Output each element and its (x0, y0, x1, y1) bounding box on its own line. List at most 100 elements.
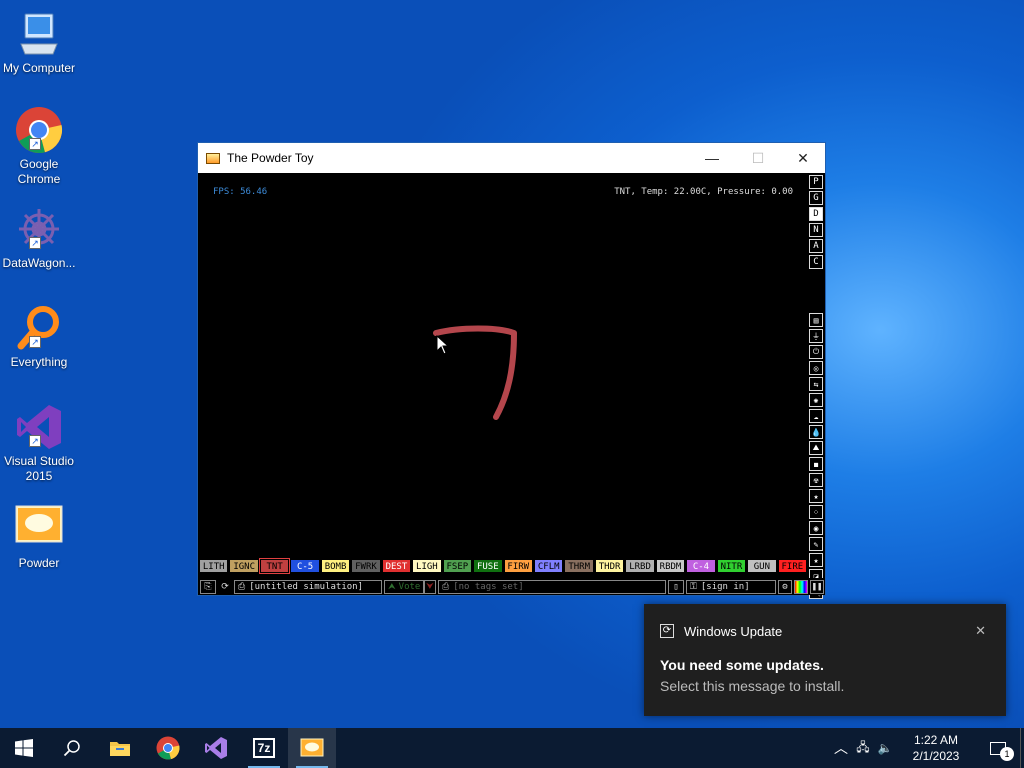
explosives-icon[interactable]: ✺ (809, 393, 823, 407)
taskbar-chrome[interactable] (144, 728, 192, 768)
sidebar-button-d[interactable]: D (809, 207, 823, 221)
walls-icon[interactable]: ▤ (809, 313, 823, 327)
sign-in-button[interactable]: ⚿ [sign in] (686, 579, 776, 594)
vote-label: Vote (398, 581, 421, 592)
everything-icon: ↗ (15, 304, 63, 352)
powders-icon[interactable]: ⛰ (809, 441, 823, 455)
element-button-lrbd[interactable]: LRBD (625, 559, 655, 573)
force-icon[interactable]: ⇆ (809, 377, 823, 391)
clock-date: 2/1/2023 (912, 749, 960, 763)
solids-icon[interactable]: ◼ (809, 457, 823, 471)
sidebar-button-a[interactable]: A (809, 239, 823, 253)
desktop-icon-powder[interactable]: Powder (0, 505, 78, 571)
sidebar-button-n[interactable]: N (809, 223, 823, 237)
element-button-firw[interactable]: FIRW (503, 559, 533, 573)
element-button-tnt[interactable]: TNT (258, 558, 291, 574)
vote-down-button[interactable]: ⮟ (424, 579, 436, 594)
vote-up-button[interactable]: ⮝ Vote (384, 579, 424, 594)
render-options-icon[interactable] (794, 579, 808, 594)
computer-icon (15, 10, 63, 58)
save-simulation-button[interactable]: ⎙ [untitled simulation] (234, 579, 382, 594)
category-sidebar: PGDNAC ▤⏚⏻◎⇆✺☁💧⛰◼☢★⁘◉✎★◪🔍 (807, 173, 825, 599)
clock[interactable]: 1:22 AM 2/1/2023 (896, 732, 976, 764)
window-titlebar[interactable]: The Powder Toy — ☐ ✕ (198, 143, 825, 173)
sensors-icon[interactable]: ◎ (809, 361, 823, 375)
shortcut-arrow-icon: ↗ (29, 336, 41, 348)
new-simulation-icon[interactable]: ▯ (668, 579, 684, 594)
powered-icon[interactable]: ⏻ (809, 345, 823, 359)
visual-studio-icon (205, 737, 227, 759)
desktop-icon-my-computer[interactable]: My Computer (0, 10, 78, 76)
desktop-icon-visual-studio[interactable]: ↗ Visual Studio 2015 (0, 403, 78, 484)
file-explorer-icon (110, 742, 130, 756)
life-icon[interactable]: ◉ (809, 521, 823, 535)
powder-toy-icon (15, 505, 63, 553)
visual-studio-icon: ↗ (15, 403, 63, 451)
particles-icon[interactable]: ⁘ (809, 505, 823, 519)
7zip-icon: 7z (253, 738, 275, 758)
element-button-dest[interactable]: DEST (381, 559, 412, 573)
search-icon (63, 740, 80, 757)
desktop-icon-everything[interactable]: ↗ Everything (0, 304, 78, 370)
element-button-fsep[interactable]: FSEP (442, 559, 473, 573)
favorites-icon[interactable]: ★ (809, 553, 823, 567)
taskbar-powder-toy[interactable] (288, 728, 336, 768)
element-button-fwrk[interactable]: FWRK (351, 559, 381, 573)
show-hidden-icons-chevron-icon[interactable]: ︿ (830, 738, 852, 758)
element-button-ligh[interactable]: LIGH (412, 559, 442, 573)
element-button-lith[interactable]: LITH (199, 559, 229, 573)
powder-toy-icon (206, 152, 220, 164)
sidebar-button-c[interactable]: C (809, 255, 823, 269)
element-button-cflm[interactable]: CFLM (533, 559, 564, 573)
reload-icon[interactable]: ⟳ (218, 580, 232, 594)
simulation-canvas[interactable]: FPS: 56.46 TNT, Temp: 22.00C, Pressure: … (198, 173, 808, 557)
electronics-icon[interactable]: ⏚ (809, 329, 823, 343)
special-icon[interactable]: ★ (809, 489, 823, 503)
element-button-fuse[interactable]: FUSE (473, 559, 503, 573)
radioactive-icon[interactable]: ☢ (809, 473, 823, 487)
network-icon[interactable]: 🖧 (852, 738, 874, 759)
datawagon-icon: ↗ (15, 205, 63, 253)
open-browser-icon[interactable]: ⎘ (200, 579, 216, 594)
desktop-icon-datawagon[interactable]: ↗ DataWagon... (0, 205, 78, 271)
start-button[interactable] (0, 728, 48, 768)
minimize-button[interactable]: — (689, 143, 735, 173)
element-button-fire[interactable]: FIRE (777, 559, 808, 573)
bottom-bar: ⎘ ⟳ ⎙ [untitled simulation] ⮝ Vote ⮟ ⎙ [no … (198, 578, 825, 595)
maximize-button[interactable]: ☐ (735, 143, 781, 173)
action-center-button[interactable]: 1 (976, 728, 1020, 768)
taskbar: 7z ︿ 🖧 🔈 1:22 AM 2/1/2023 1 (0, 728, 1024, 768)
liquids-icon[interactable]: 💧 (809, 425, 823, 439)
gases-icon[interactable]: ☁ (809, 409, 823, 423)
element-button-gun[interactable]: GUN (747, 559, 777, 573)
close-button[interactable]: ✕ (780, 143, 826, 173)
element-button-thrm[interactable]: THRM (564, 559, 594, 573)
tags-button[interactable]: ⎙ [no tags set] (438, 579, 666, 594)
windows-update-toast[interactable]: ⟳ Windows Update ✕ You need some updates… (644, 604, 1006, 716)
element-button-ignc[interactable]: IGNC (229, 559, 259, 573)
element-button-c-5[interactable]: C-5 (290, 559, 320, 573)
taskbar-file-explorer[interactable] (96, 728, 144, 768)
sidebar-button-p[interactable]: P (809, 175, 823, 189)
toast-close-button[interactable]: ✕ (975, 623, 986, 639)
element-button-bomb[interactable]: BOMB (320, 559, 351, 573)
taskbar-7zip[interactable]: 7z (240, 728, 288, 768)
sign-in-label: [sign in] (700, 581, 750, 592)
search-button[interactable] (48, 728, 96, 768)
taskbar-visual-studio[interactable] (192, 728, 240, 768)
volume-icon[interactable]: 🔈 (874, 741, 896, 755)
tags-label: [no tags set] (453, 581, 524, 592)
tools-icon[interactable]: ✎ (809, 537, 823, 551)
desktop-icon-label: Powder (18, 556, 60, 570)
element-button-nitr[interactable]: NITR (716, 559, 747, 573)
element-button-thdr[interactable]: THDR (594, 559, 625, 573)
pause-button[interactable]: ❚❚ (810, 579, 824, 594)
sidebar-button-g[interactable]: G (809, 191, 823, 205)
settings-icon[interactable]: ⚙ (778, 579, 792, 594)
show-desktop-button[interactable] (1020, 728, 1024, 768)
shortcut-arrow-icon: ↗ (29, 435, 41, 447)
element-button-c-4[interactable]: C-4 (686, 559, 716, 573)
desktop-icon-google-chrome[interactable]: ↗ Google Chrome (0, 106, 78, 187)
element-toolbar: LITH IGNC TNT C-5 BOMB FWRK DEST LIGH FSEP FUSE FI… (198, 557, 808, 575)
element-button-rbdm[interactable]: RBDM (655, 559, 686, 573)
